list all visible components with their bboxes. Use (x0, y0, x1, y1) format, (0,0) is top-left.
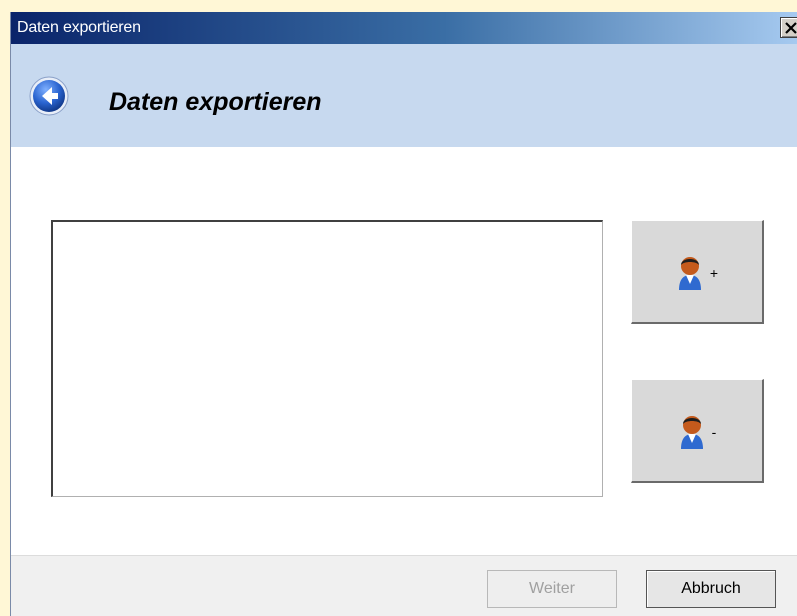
next-button[interactable]: Weiter (487, 570, 617, 608)
add-symbol: + (709, 264, 719, 281)
back-arrow-icon (29, 76, 69, 116)
window-title: Daten exportieren (17, 19, 141, 36)
back-button[interactable] (29, 76, 69, 116)
user-icon (680, 415, 703, 449)
user-listbox[interactable] (51, 220, 603, 497)
wizard-header: Daten exportieren (11, 44, 797, 147)
add-user-button[interactable]: + (631, 220, 764, 324)
close-button[interactable] (780, 17, 797, 38)
content-area: + - (11, 147, 797, 555)
button-bar: Weiter Abbruch (11, 555, 797, 616)
title-bar[interactable]: Daten exportieren (11, 12, 797, 44)
cancel-button[interactable]: Abbruch (646, 570, 776, 608)
close-icon (785, 21, 797, 34)
remove-symbol: - (711, 423, 717, 440)
export-dialog-window: Daten exportieren Daten exportieren + - … (10, 12, 797, 616)
page-title: Daten exportieren (109, 88, 322, 116)
remove-user-button[interactable]: - (631, 379, 764, 483)
user-icon (678, 256, 701, 290)
